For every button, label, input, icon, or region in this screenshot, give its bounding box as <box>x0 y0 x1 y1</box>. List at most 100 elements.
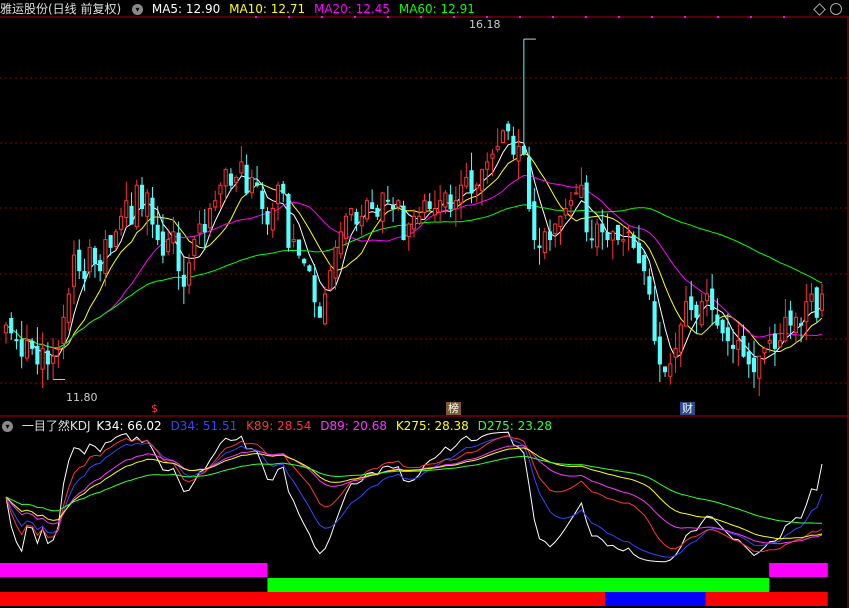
candle-body <box>375 207 380 217</box>
candle-body <box>166 239 171 253</box>
low-price-label: 11.80 <box>66 391 98 404</box>
candle-body <box>40 347 45 370</box>
kdj-title: 一目了然KDJ <box>21 419 91 433</box>
candle-body <box>207 208 213 229</box>
d34-label: D34: 51.51 <box>170 419 238 433</box>
candle-body <box>286 193 291 248</box>
candle-body <box>809 293 814 302</box>
candle-body <box>171 231 176 244</box>
candle-body <box>741 335 746 357</box>
candle-body <box>296 239 301 256</box>
candle-body <box>51 355 56 364</box>
candle-body <box>380 192 385 222</box>
candle-body <box>589 238 594 241</box>
candle-body <box>192 239 197 256</box>
candle-body <box>605 231 610 241</box>
candle-body <box>521 145 526 155</box>
ma5-label: MA5: 12.90 <box>151 2 221 16</box>
candle-body <box>396 200 401 208</box>
candle-body <box>668 363 673 377</box>
candle-body <box>673 347 678 358</box>
candle-body <box>333 246 338 279</box>
candle-body <box>249 176 254 194</box>
candle-body <box>61 316 66 344</box>
candle-body <box>291 239 296 243</box>
candle-body <box>129 205 134 225</box>
strip-row2-segment <box>267 578 770 592</box>
strip-row3-segment <box>0 592 606 606</box>
candle-body <box>354 212 359 225</box>
candle-body <box>652 301 657 342</box>
candle-body <box>595 223 600 248</box>
candle-body <box>197 223 202 234</box>
kdj-header: ▾ 一目了然KDJ K34: 66.02 D34: 51.51 K89: 28.… <box>0 417 557 435</box>
candle-body <box>411 215 417 230</box>
candle-body <box>553 223 558 234</box>
candle-body <box>134 184 139 228</box>
candle-body <box>66 293 71 323</box>
top-dot <box>552 16 554 18</box>
marker-bang[interactable]: 榜 <box>446 402 461 415</box>
candle-body <box>699 301 704 326</box>
high-price-value: 16.18 <box>469 18 501 31</box>
candle-body <box>532 201 537 241</box>
strip-row1-segment <box>769 563 828 577</box>
candle-body <box>45 350 50 365</box>
candle-body <box>757 355 762 379</box>
candle-body <box>683 301 689 327</box>
candle-body <box>516 145 521 162</box>
candle-body <box>145 192 150 217</box>
dropdown-circle-icon[interactable]: ▾ <box>132 4 144 15</box>
candle-body <box>804 301 809 323</box>
price-header: 雅运股份(日线 前复权) ▾ MA5: 12.90 MA10: 12.71 MA… <box>0 0 480 18</box>
candle-body <box>176 232 181 272</box>
candle-body <box>328 270 333 290</box>
ma20-label: MA20: 12.45 <box>313 2 391 16</box>
candle-body <box>799 323 804 326</box>
candle-body <box>160 231 165 256</box>
chart-frame <box>0 16 849 608</box>
candle-body <box>260 190 265 210</box>
candle-body <box>479 169 485 192</box>
ma20-line <box>5 174 823 349</box>
top-dot <box>519 16 521 18</box>
marker-bang-text: 榜 <box>448 402 459 415</box>
ma10-label: MA10: 12.71 <box>229 2 306 16</box>
circle-icon[interactable] <box>830 3 842 15</box>
candle-body <box>422 200 427 214</box>
candle-body <box>343 215 349 239</box>
marker-dollar-text: $ <box>151 402 158 415</box>
candle-body <box>574 192 579 195</box>
candle-body <box>265 211 270 225</box>
candle-body <box>92 247 97 264</box>
candle-body <box>663 366 668 373</box>
kdj-dropdown-icon[interactable]: ▾ <box>2 421 13 432</box>
candle-body <box>584 182 589 233</box>
d89-line <box>5 445 823 545</box>
candle-body <box>317 306 322 318</box>
candle-body <box>56 347 61 350</box>
candle-body <box>14 339 19 342</box>
candle-body <box>710 288 715 311</box>
d275-line <box>5 455 823 524</box>
marker-cai[interactable]: 财 <box>680 402 695 415</box>
candle-body <box>783 316 788 342</box>
candle-body <box>793 316 798 334</box>
candle-body <box>385 199 390 202</box>
candle-body <box>464 176 469 187</box>
k89-label: K89: 28.54 <box>246 419 312 433</box>
candle-body <box>119 215 124 230</box>
candle-body <box>751 357 757 373</box>
candle-body <box>746 351 751 365</box>
candle-body <box>500 130 505 143</box>
candle-body <box>631 234 636 248</box>
candle-body <box>87 246 92 273</box>
candle-body <box>270 208 275 231</box>
candle-body <box>615 224 621 241</box>
candle-body <box>150 197 155 225</box>
marker-dollar[interactable]: $ <box>149 402 160 415</box>
marker-cai-text: 财 <box>682 402 693 415</box>
candle-body <box>77 249 82 272</box>
top-dot <box>684 16 686 18</box>
candle-body <box>181 274 186 287</box>
